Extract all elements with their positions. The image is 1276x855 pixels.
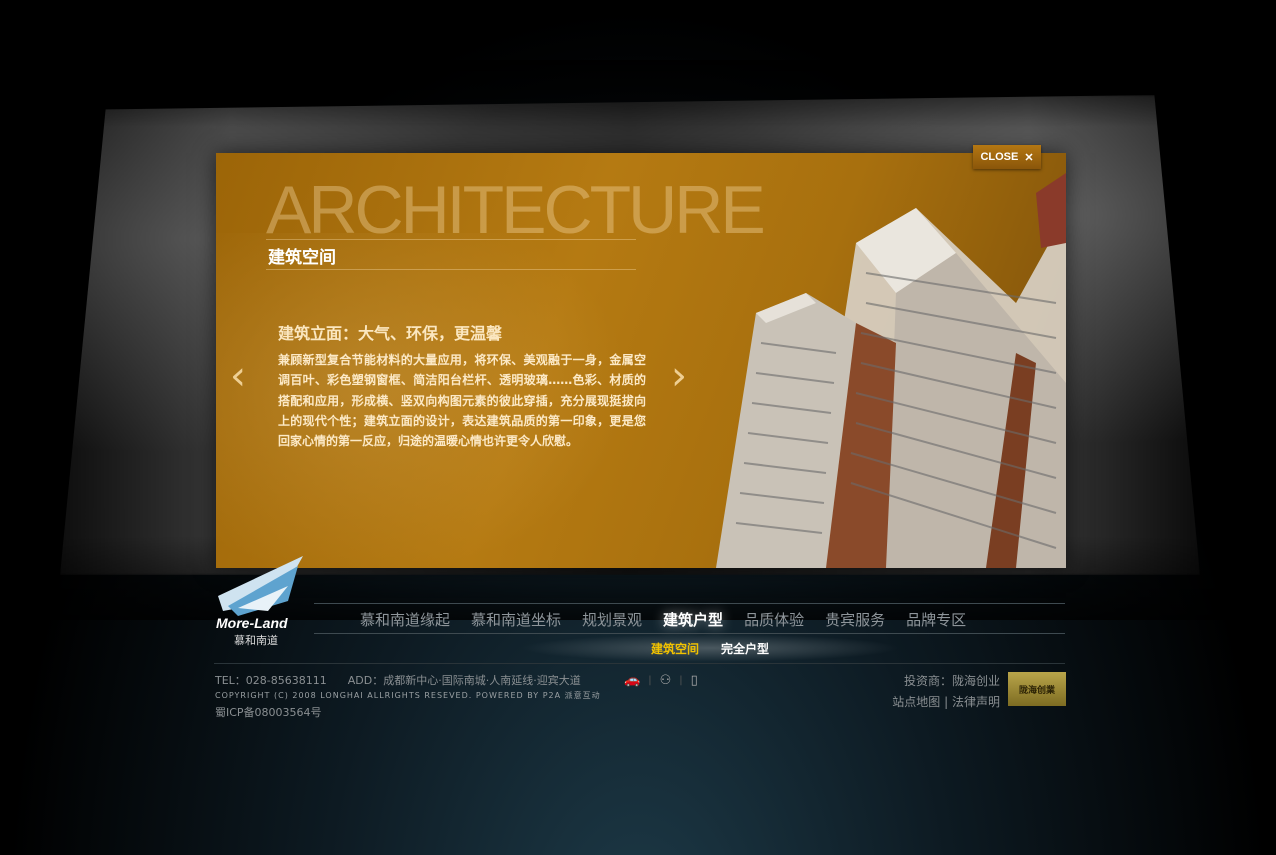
sub-nav: 建筑空间 完全户型 bbox=[651, 640, 769, 657]
nav-item-brand[interactable]: 品牌专区 bbox=[906, 609, 966, 630]
divider bbox=[266, 239, 636, 240]
divider bbox=[266, 269, 636, 270]
sitemap-link[interactable]: 站点地图 bbox=[892, 695, 940, 709]
nav-item-landscape[interactable]: 规划景观 bbox=[582, 609, 642, 630]
nav-divider bbox=[314, 603, 1065, 604]
footer-copyright: COPYRIGHT (C) 2008 LONGHAI ALLRIGHTS RES… bbox=[215, 691, 601, 700]
panel-body-text: 兼顾新型复合节能材料的大量应用，将环保、美观融于一身，金属空调百叶、彩色塑钢窗框… bbox=[278, 353, 646, 449]
car-icon[interactable]: 🚗 bbox=[624, 673, 640, 688]
close-label: CLOSE bbox=[980, 151, 1019, 163]
nav-item-architecture[interactable]: 建筑户型 bbox=[663, 609, 723, 630]
panel-heading: 建筑立面：大气、环保，更温馨 bbox=[278, 324, 503, 343]
footer-icp[interactable]: 蜀ICP备08003564号 bbox=[215, 704, 601, 720]
footer-right: 投资商：陇海创业 站点地图 | 法律声明 bbox=[880, 672, 1000, 710]
close-icon: ✕ bbox=[1024, 151, 1034, 164]
building-image bbox=[716, 173, 1066, 568]
footer-divider bbox=[214, 663, 1065, 664]
bookmark-icon[interactable]: ▯ bbox=[691, 673, 698, 688]
footer-info: TEL：028-85638111 ADD：成都新中心·国际南城·人南延线·迎宾大… bbox=[215, 672, 601, 720]
footer-icons: 🚗 | ⚇ | ▯ bbox=[624, 673, 698, 688]
nav-item-location[interactable]: 慕和南道坐标 bbox=[471, 609, 561, 630]
nav-item-origin[interactable]: 慕和南道缘起 bbox=[360, 609, 450, 630]
logo-cn: 慕和南道 bbox=[234, 634, 278, 647]
main-nav: 慕和南道缘起 慕和南道坐标 规划景观 建筑户型 品质体验 贵宾服务 品牌专区 bbox=[360, 609, 966, 630]
footer-tel: TEL：028-85638111 bbox=[215, 674, 327, 687]
nav-item-quality[interactable]: 品质体验 bbox=[744, 609, 804, 630]
subnav-item-architecture-space[interactable]: 建筑空间 bbox=[651, 640, 699, 657]
subnav-item-floorplans[interactable]: 完全户型 bbox=[721, 640, 769, 657]
content-panel: ARCHITECTURE 建筑空间 建筑立面：大气、环保，更温馨 兼顾新型复合节… bbox=[216, 153, 1066, 568]
close-button[interactable]: CLOSE ✕ bbox=[973, 145, 1041, 169]
logo-name: More-Land bbox=[216, 615, 288, 631]
footer-address: ADD：成都新中心·国际南城·人南延线·迎宾大道 bbox=[347, 674, 581, 687]
share-icon[interactable]: ⚇ bbox=[660, 673, 672, 688]
chevron-left-icon[interactable]: ‹ bbox=[230, 356, 246, 396]
investor-badge[interactable]: 陇海创業 bbox=[1008, 672, 1066, 706]
legal-link[interactable]: 法律声明 bbox=[952, 695, 1000, 709]
nav-item-vip[interactable]: 贵宾服务 bbox=[825, 609, 885, 630]
footer-investor: 投资商：陇海创业 bbox=[903, 674, 1000, 688]
panel-subtitle: 建筑空间 bbox=[268, 248, 336, 268]
